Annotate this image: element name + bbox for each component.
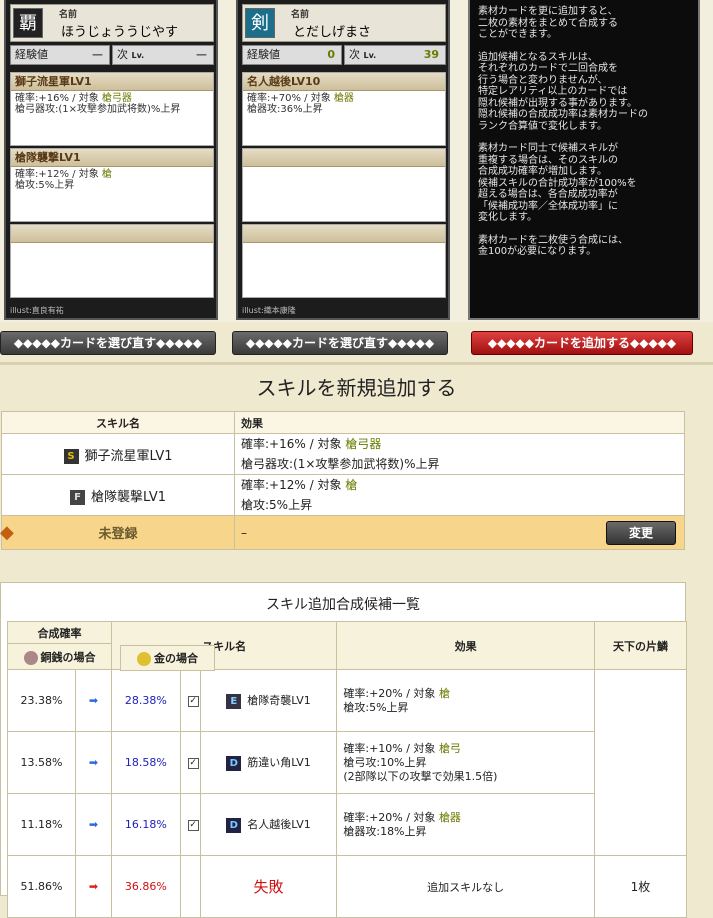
name-label: 名前	[59, 10, 78, 20]
table-row: F 槍隊襲撃LV1 確率:+12% / 対象 槍槍攻:5%上昇	[1, 474, 685, 516]
card-name: ほうじょううじやす	[61, 25, 179, 40]
candidate-table: 合成確率 スキル名 効果 天下の片鱗 銅銭の場合 23.38% ➡ 28.38%…	[7, 621, 687, 918]
gold-coin-icon	[137, 652, 151, 666]
new-skill-table: スキル名 効果 S 獅子流星軍LV1 確率:+16% / 対象 槍弓器 槍弓器攻:(…	[0, 411, 685, 550]
col-rate: 合成確率	[7, 621, 112, 644]
card-skill-slot: 獅子流星軍LV1 確率:+16% / 対象 槍弓器 槍弓器攻:(1×攻撃参加武将数)…	[10, 72, 214, 146]
card-rarity-icon: 覇	[13, 8, 43, 38]
card-skill-slot: 名人越後LV10 確率:+70% / 対象 槍器 槍器攻:36%上昇	[242, 72, 446, 146]
help-text: 素材カードを二枚使う合成には、 金100が必要になります。	[478, 234, 628, 258]
copper-coin-icon	[23, 650, 38, 665]
card-name: とだしげまさ	[293, 25, 372, 40]
exp-stat: 経験値 0	[242, 45, 342, 65]
include-checkbox[interactable]: ✓	[187, 819, 199, 831]
skill-name: 槍隊襲撃LV1	[91, 489, 166, 505]
help-text: 素材カードを更に追加すると、 二枚の素材をまとめて合成する ことができます。	[478, 6, 618, 40]
table-row: 11.18% ➡ 16.18% ✓ D 名人越後LV1 確率:+20% / 対象 …	[7, 793, 687, 856]
diamond-icon: ◆	[0, 522, 14, 543]
candidate-title: スキル追加合成候補一覧	[266, 597, 420, 613]
card-header: 剣 名前 とだしげまさ	[242, 4, 446, 42]
table-row: 23.38% ➡ 28.38% ✓ E 槍隊奇襲LV1 確率:+20% / 対象 …	[7, 669, 687, 856]
rank-badge: E	[226, 693, 242, 709]
card-skill-slot: 槍隊襲撃LV1 確率:+12% / 対象 槍槍攻:5%上昇	[10, 148, 214, 222]
arrow-right-icon: ➡	[75, 731, 112, 794]
arrow-right-icon: ➡	[75, 669, 112, 732]
unregistered-row[interactable]: ◆ 未登録 – 変更	[0, 515, 685, 550]
card-header: 覇 名前 ほうじょううじやす	[10, 4, 214, 42]
rank-badge: S	[63, 448, 79, 464]
rank-badge: F	[70, 489, 85, 505]
col-skill-name: スキル名	[1, 411, 235, 434]
fail-row: 51.86% ➡ 36.86% 失敗 追加スキルなし 1枚	[7, 855, 687, 918]
reselect-card-1-button[interactable]: ◆◆◆◆◆カードを選び直す◆◆◆◆◆	[0, 331, 216, 355]
col-piece: 天下の片鱗	[594, 621, 687, 670]
illustrator-credit: illust:織本康隆	[242, 306, 296, 315]
arrow-right-icon: ➡	[75, 855, 112, 918]
include-checkbox[interactable]: ✓	[187, 695, 199, 707]
rank-badge: D	[226, 755, 242, 771]
name-label: 名前	[291, 10, 310, 20]
include-checkbox[interactable]: ✓	[187, 757, 199, 769]
card-rarity-icon: 剣	[245, 8, 275, 38]
exp-stat: 経験値 —	[10, 45, 110, 65]
rank-badge: D	[226, 817, 242, 833]
reselect-card-2-button[interactable]: ◆◆◆◆◆カードを選び直す◆◆◆◆◆	[232, 331, 448, 355]
section-title: スキルを新規追加する	[256, 376, 457, 400]
col-effect: 効果	[336, 621, 595, 670]
add-card-button[interactable]: ◆◆◆◆◆カードを追加する◆◆◆◆◆	[471, 331, 693, 355]
illustrator-credit: illust:直良有祐	[10, 306, 64, 315]
help-panel: 素材カードを更に追加すると、 二枚の素材をまとめて合成する ことができます。 追…	[468, 0, 700, 320]
card-skill-slot	[242, 148, 446, 222]
material-card-1[interactable]: 覇 名前 ほうじょううじやす 経験値 — 次 Lv. — 獅子流星軍LV1 確率:+1…	[4, 0, 218, 320]
arrow-right-icon: ➡	[75, 793, 112, 856]
unregistered-label: 未登録	[98, 527, 138, 542]
next-level-stat: 次 Lv. 39	[344, 45, 446, 65]
table-row: S 獅子流星軍LV1 確率:+16% / 対象 槍弓器 槍弓器攻:(1×攻撃参加武将…	[1, 433, 685, 475]
col-effect: 効果	[234, 411, 685, 434]
help-text: 追加候補となるスキルは、 それぞれのカードで二回合成を 行う場合と変わりませんが…	[478, 51, 648, 132]
col-copper: 銅銭の場合	[7, 643, 112, 670]
skill-name: 獅子流星軍LV1	[84, 448, 173, 464]
material-card-2[interactable]: 剣 名前 とだしげまさ 経験値 0 次 Lv. 39 名人越後LV10 確率:+70%…	[236, 0, 450, 320]
help-text: 素材カード同士で候補スキルが 重複する場合は、そのスキルの 合成成功確率が増加し…	[478, 143, 637, 223]
card-skill-slot	[10, 224, 214, 298]
card-skill-slot	[242, 224, 446, 298]
col-gold: 金の場合	[120, 645, 215, 671]
table-row: 13.58% ➡ 18.58% ✓ D 筋違い角LV1 確率:+10% / 対象 …	[7, 731, 687, 794]
next-level-stat: 次 Lv. —	[112, 45, 214, 65]
change-button[interactable]: 変更	[606, 521, 676, 545]
